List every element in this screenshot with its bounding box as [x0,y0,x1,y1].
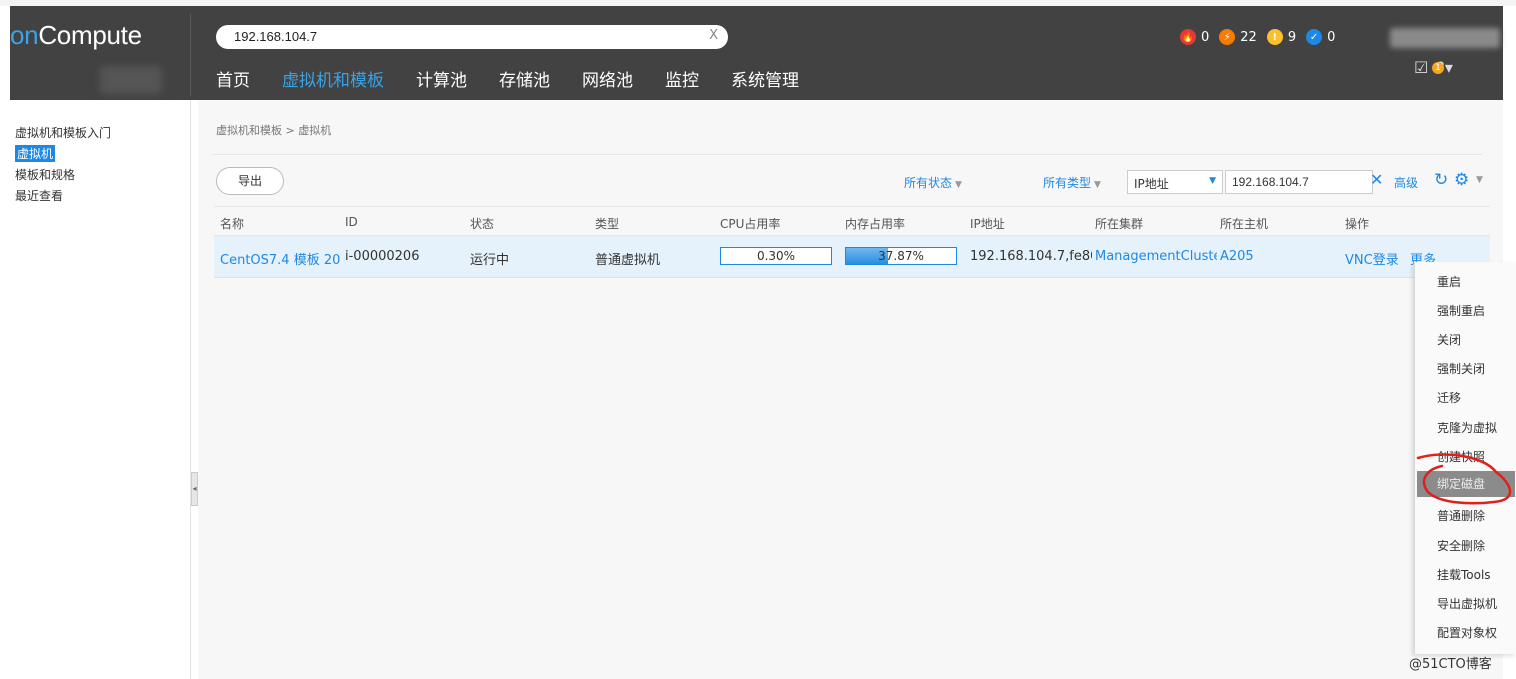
search-clear-icon[interactable]: X [709,28,718,43]
critical-alarm-icon: 🔥 [1180,29,1196,45]
gear-icon[interactable]: ⚙ [1454,170,1469,190]
global-search-input[interactable]: 192.168.104.7 X [216,25,728,49]
blurred-user-name[interactable] [1390,28,1500,48]
main-nav: 首页 虚拟机和模板 计算池 存储池 网络池 监控 系统管理 [216,66,831,91]
ip-search-input[interactable]: 192.168.104.7 [1225,170,1373,194]
vm-ip: 192.168.104.7,fe80: [970,249,1092,264]
clear-search-icon[interactable]: ✕ [1370,170,1383,189]
menu-item-clone[interactable]: 克隆为虚拟 [1437,419,1497,436]
column-memory[interactable]: 内存占用率 [845,215,905,232]
breadcrumb: 虚拟机和模板 > 虚拟机 [216,124,332,137]
minor-alarm-icon: ! [1266,29,1283,45]
nav-home[interactable]: 首页 [216,66,250,91]
advanced-search-link[interactable]: 高级 [1394,174,1418,191]
column-cluster[interactable]: 所在集群 [1095,215,1143,232]
watermark: @51CTO博客 [1409,657,1492,672]
vm-type: 普通虚拟机 [595,253,661,268]
brand-logo: onCompute [10,20,142,51]
sidebar-item-recent[interactable]: 最近查看 [15,187,63,204]
vm-host-link[interactable]: A205 [1220,249,1254,264]
alarm-major[interactable]: ⚡ 22 [1219,29,1257,45]
column-ip[interactable]: IP地址 [970,215,1005,232]
vm-name-link[interactable]: CentOS7.4 模板 20 [220,249,340,268]
column-type[interactable]: 类型 [595,215,619,232]
chevron-down-icon: ▼ [955,180,962,190]
status-filter-label: 所有状态 [904,176,953,190]
type-filter-label: 所有类型 [1043,176,1092,190]
sidebar-item-getting-started[interactable]: 虚拟机和模板入门 [15,124,111,141]
menu-item-permissions[interactable]: 配置对象权 [1437,624,1497,641]
breadcrumb-divider [212,154,1482,155]
column-status[interactable]: 状态 [470,215,494,232]
menu-item-force-restart[interactable]: 强制重启 [1437,302,1485,319]
menu-item-secure-delete[interactable]: 安全删除 [1437,537,1485,554]
vm-id: i-00000206 [345,249,420,264]
column-host[interactable]: 所在主机 [1220,215,1268,232]
sidebar-item-templates[interactable]: 模板和规格 [15,166,75,183]
nav-storage-pool[interactable]: 存储池 [499,66,550,91]
more-actions-menu: 重启 强制重启 关闭 强制关闭 迁移 克隆为虚拟 创建快照 绑定磁盘 普通删除 … [1414,262,1516,654]
column-id[interactable]: ID [345,215,358,229]
menu-item-delete[interactable]: 普通删除 [1437,507,1485,524]
table-header: 名称 ID 状态 类型 CPU占用率 内存占用率 IP地址 所在集群 所在主机 … [214,206,1490,236]
menu-item-attach-disk[interactable]: 绑定磁盘 [1417,471,1515,497]
top-header: onCompute 192.168.104.7 X 🔥 0 ⚡ 22 ! 9 ✓ 0 首… [10,6,1503,100]
search-field-value: IP地址 [1134,177,1169,191]
table-row[interactable]: CentOS7.4 模板 20 i-00000206 运行中 普通虚拟机 0.3… [214,236,1490,278]
menu-item-shutdown[interactable]: 关闭 [1437,331,1461,348]
column-cpu[interactable]: CPU占用率 [720,215,780,232]
chevron-down-icon: ▼ [1094,180,1101,190]
search-field-select[interactable]: IP地址 ▼ [1127,170,1223,194]
cpu-usage-text: 0.30% [756,249,796,263]
nav-network-pool[interactable]: 网络池 [582,66,633,91]
alarm-warning-count: 0 [1327,29,1336,45]
alarm-minor-count: 9 [1287,29,1297,45]
menu-item-export-vm[interactable]: 导出虚拟机 [1437,595,1497,612]
menu-item-restart[interactable]: 重启 [1437,273,1461,290]
status-filter[interactable]: 所有状态 ▼ [904,174,962,191]
memory-usage-text: 37.87% [878,249,924,263]
menu-item-force-shutdown[interactable]: 强制关闭 [1437,360,1485,377]
refresh-icon[interactable]: ↻ [1434,170,1448,190]
type-filter[interactable]: 所有类型 ▼ [1043,174,1101,191]
app-window: onCompute 192.168.104.7 X 🔥 0 ⚡ 22 ! 9 ✓ 0 首… [0,0,1516,679]
cpu-usage-meter: 0.30% [720,247,832,265]
column-actions: 操作 [1345,217,1370,231]
vnc-login-link[interactable]: VNC登录 [1345,249,1399,268]
task-badge: 1 [1432,62,1444,74]
nav-monitor[interactable]: 监控 [665,66,699,91]
menu-item-snapshot[interactable]: 创建快照 [1437,448,1485,465]
nav-compute-pool[interactable]: 计算池 [416,66,467,91]
brand-name: Compute [38,20,142,50]
menu-item-mount-tools[interactable]: 挂载Tools [1437,566,1491,583]
vm-status: 运行中 [470,253,510,268]
tasks-icon[interactable]: ☑ [1414,58,1428,77]
major-alarm-icon: ⚡ [1219,29,1236,45]
brand-prefix: on [10,20,39,50]
nav-vm-templates[interactable]: 虚拟机和模板 [282,66,384,91]
sidebar: 虚拟机和模板入门 虚拟机 模板和规格 最近查看 [10,100,191,679]
chevron-down-icon[interactable]: ▼ [1476,175,1483,185]
alarm-minor[interactable]: ! 9 [1266,29,1297,45]
header-divider [190,14,191,96]
nav-system[interactable]: 系统管理 [731,66,799,91]
export-button[interactable]: 导出 [216,167,284,195]
memory-usage-meter: 37.87% [845,247,957,265]
sidebar-item-vm[interactable]: 虚拟机 [15,145,56,162]
alarm-critical-count: 0 [1201,29,1210,45]
alarm-summary: 🔥 0 ⚡ 22 ! 9 ✓ 0 [1180,29,1335,45]
vm-cluster-link[interactable]: ManagementCluste [1095,249,1217,264]
column-name[interactable]: 名称 [220,215,244,232]
chevron-down-icon: ▼ [1209,176,1216,186]
blurred-site-name [100,66,162,94]
warning-alarm-icon: ✓ [1306,29,1323,45]
alarm-major-count: 22 [1240,29,1257,45]
alarm-warning[interactable]: ✓ 0 [1306,29,1335,45]
alarm-critical[interactable]: 🔥 0 [1180,29,1209,45]
search-value: 192.168.104.7 [234,29,318,44]
menu-item-migrate[interactable]: 迁移 [1437,389,1461,406]
main-content: 虚拟机和模板 > 虚拟机 导出 所有状态 ▼ 所有类型 ▼ IP地址 ▼ 192.16… [198,100,1503,679]
sidebar-collapse-handle[interactable]: ◂ [191,472,198,506]
